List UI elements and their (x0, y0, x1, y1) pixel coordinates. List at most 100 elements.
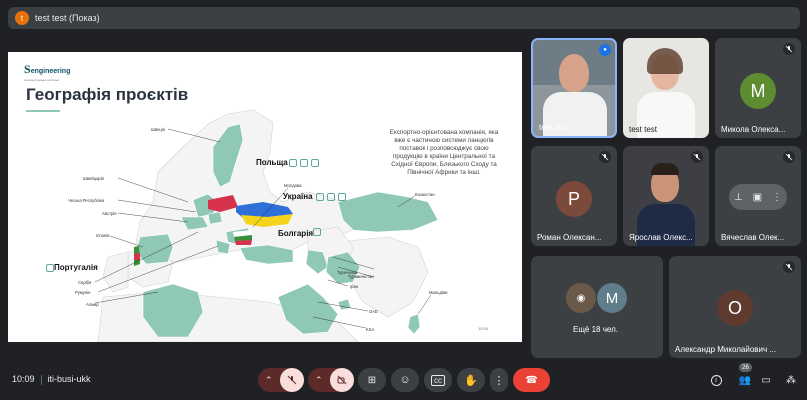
participants-count-badge: 26 (739, 363, 752, 372)
unmute-icon[interactable]: ▣ (753, 192, 762, 203)
company-logo: Sengineering інтелектуальні системи (24, 62, 71, 82)
hand-icon: ✋ (464, 374, 478, 387)
pin-icon[interactable]: ⊥ (734, 192, 743, 203)
meeting-info: 10:09 iti-busi-ukk (12, 374, 91, 385)
more-vert-icon: ⋮ (493, 374, 505, 387)
mic-off-icon (783, 261, 795, 273)
participant-tile[interactable]: test test (623, 38, 709, 138)
country-label-romania: Румунія (75, 290, 91, 295)
country-label-austria: Австрія (102, 211, 117, 216)
participant-name: Вячеслав Олек... (721, 233, 785, 242)
country-label-czech: Чеська Республіка (68, 198, 105, 203)
gear-icon (327, 193, 335, 201)
factory-icon (338, 193, 346, 201)
chat-icon: ▭ (761, 374, 771, 386)
captions-icon: cc (431, 374, 445, 386)
label-poland: Польща (256, 158, 288, 167)
participant-tile[interactable]: O Александр Миколайович ... (669, 256, 801, 358)
participant-tile[interactable]: ● test test (531, 38, 617, 138)
chevron-up-icon[interactable]: ⌃ (265, 375, 273, 386)
country-label-moldova: Молдова (284, 183, 302, 188)
people-button[interactable]: 👥 (737, 372, 753, 388)
gear-icon (300, 159, 308, 167)
avatar: ◉ (566, 283, 596, 313)
mic-off-icon (783, 151, 795, 163)
mic-off-icon (599, 151, 611, 163)
participant-name: Роман Олексан... (537, 233, 602, 242)
flag-icon (313, 228, 321, 236)
camera-control: ⌃ (308, 368, 354, 392)
country-label-uae: ОАЕ (369, 309, 378, 314)
participant-tile[interactable]: Ярослав Олекс... (623, 146, 709, 246)
country-label-iran: Іран (350, 284, 359, 289)
label-portugal: Португалія (54, 263, 98, 272)
call-end-icon: ☎ (525, 374, 538, 386)
activities-button[interactable]: ⁂ (783, 372, 799, 388)
info-button[interactable]: i (708, 372, 724, 388)
country-label-maldives: Мальдіви (429, 290, 448, 295)
country-label-spain: Іспанія (96, 233, 110, 238)
camera-off-icon[interactable] (330, 368, 354, 392)
more-options-button[interactable]: ⋮ (490, 368, 508, 392)
chevron-up-icon[interactable]: ⌃ (315, 375, 323, 386)
activities-icon: ⁂ (786, 374, 796, 386)
avatar: M (740, 73, 776, 109)
flag-icon (46, 264, 54, 272)
presenter-avatar: t (15, 11, 29, 25)
mic-control: ⌃ (258, 368, 304, 392)
speaking-icon: ● (599, 44, 611, 56)
avatar: M (597, 283, 627, 313)
participant-tile[interactable]: M Микола Олекса... (715, 38, 801, 138)
country-label-turkmenistan: Туркменістан (348, 274, 374, 279)
country-label-switzerland: Швейцарія (83, 176, 104, 181)
raise-hand-button[interactable]: ✋ (457, 368, 485, 392)
label-bulgaria: Болгарія (278, 229, 314, 238)
avatar: O (717, 290, 753, 326)
captions-button[interactable]: cc (424, 368, 452, 392)
country-label-ksa: KSA (366, 327, 375, 332)
participant-name: Александр Миколайович ... (675, 345, 777, 354)
participant-name: Микола Олекса... (721, 125, 786, 134)
participant-name: test test (629, 125, 658, 134)
flag-icon (316, 193, 324, 201)
factory-icon (311, 159, 319, 167)
more-participants-label: Ещё 18 чел. (573, 325, 618, 334)
people-icon: 👥 (738, 374, 752, 386)
participant-name: Ярослав Олекс... (629, 233, 693, 242)
participant-hair (651, 163, 679, 175)
avatar: P (556, 181, 592, 217)
mic-off-icon (691, 151, 703, 163)
divider (40, 374, 42, 385)
mic-off-icon[interactable] (280, 368, 304, 392)
participant-face (559, 54, 589, 92)
present-icon: ⊞ (367, 374, 377, 386)
leave-call-button[interactable]: ☎ (513, 368, 550, 392)
emoji-icon: ☺ (399, 374, 411, 386)
page-number: 10/34 (478, 326, 489, 331)
slide-title: Географія проєктів (26, 85, 189, 104)
mic-off-icon (783, 43, 795, 55)
clock: 10:09 (12, 374, 35, 384)
country-label-sweden: Швеція (151, 127, 165, 132)
label-ukraine: Україна (283, 192, 313, 201)
participant-tile[interactable]: ⊥ ▣ ⋮ Вячеслав Олек... (715, 146, 801, 246)
tile-hover-controls: ⊥ ▣ ⋮ (729, 184, 787, 210)
participant-hair (647, 48, 683, 74)
country-label-kazakhstan: Казахстан (415, 192, 435, 197)
country-label-serbia: Сербія (78, 280, 92, 285)
emoji-button[interactable]: ☺ (391, 368, 419, 392)
title-underline (26, 110, 60, 112)
presenting-label: test test (Показ) (35, 13, 100, 23)
chat-button[interactable]: ▭ (758, 372, 774, 388)
participant-name: test test (539, 123, 568, 132)
country-label-algeria: Алжир (86, 302, 99, 307)
flag-icon (289, 159, 297, 167)
presentation-bar[interactable]: t test test (Показ) (8, 7, 800, 29)
more-participants-tile[interactable]: ◉ M Ещё 18 чел. (531, 256, 663, 358)
more-vert-icon[interactable]: ⋮ (772, 192, 782, 203)
presentation-slide: Sengineering інтелектуальні системи Геог… (8, 52, 522, 342)
company-description: Експортно-орієнтована компанія, яка вже … (389, 129, 499, 176)
present-button[interactable]: ⊞ (358, 368, 386, 392)
info-icon: i (710, 374, 722, 386)
participant-tile[interactable]: P Роман Олексан... (531, 146, 617, 246)
